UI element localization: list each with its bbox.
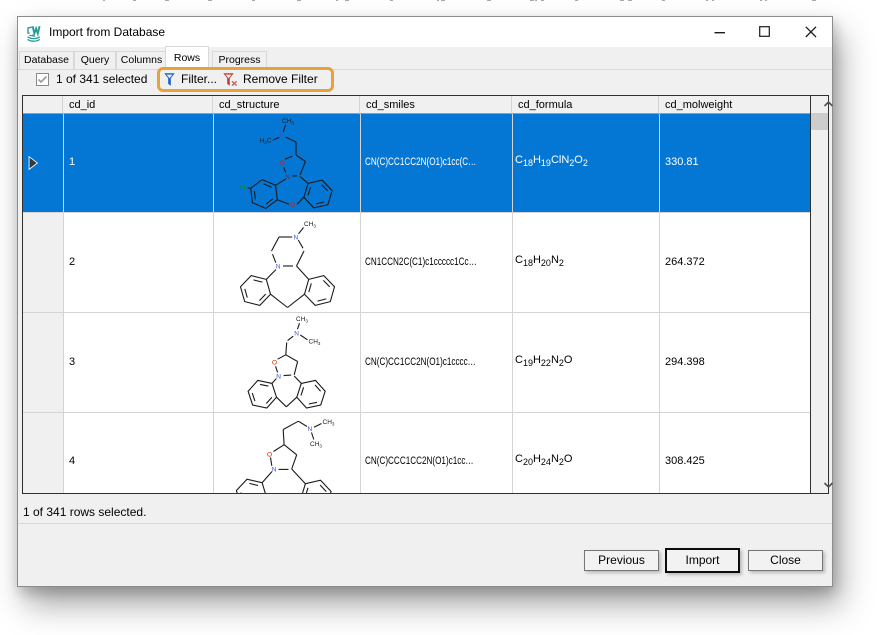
svg-text:N: N [276, 264, 281, 271]
svg-text:N: N [294, 235, 299, 242]
svg-text:O: O [267, 451, 272, 458]
svg-text:CH3: CH3 [282, 118, 294, 125]
svg-text:N: N [285, 174, 290, 181]
svg-text:CH3: CH3 [309, 339, 321, 346]
svg-text:CH3: CH3 [310, 441, 322, 448]
svg-text:N: N [276, 373, 281, 380]
svg-text:N: N [280, 132, 285, 139]
svg-text:N: N [294, 330, 299, 337]
svg-text:O: O [280, 160, 285, 167]
svg-text:CH3: CH3 [304, 221, 316, 228]
svg-text:Cl: Cl [239, 185, 246, 192]
svg-text:CH3: CH3 [323, 419, 335, 426]
svg-text:N: N [308, 426, 313, 433]
svg-text:N: N [272, 467, 277, 474]
svg-text:H3C: H3C [260, 138, 272, 145]
svg-text:O: O [272, 359, 277, 366]
svg-text:O: O [290, 202, 295, 209]
svg-text:CH3: CH3 [296, 316, 308, 323]
